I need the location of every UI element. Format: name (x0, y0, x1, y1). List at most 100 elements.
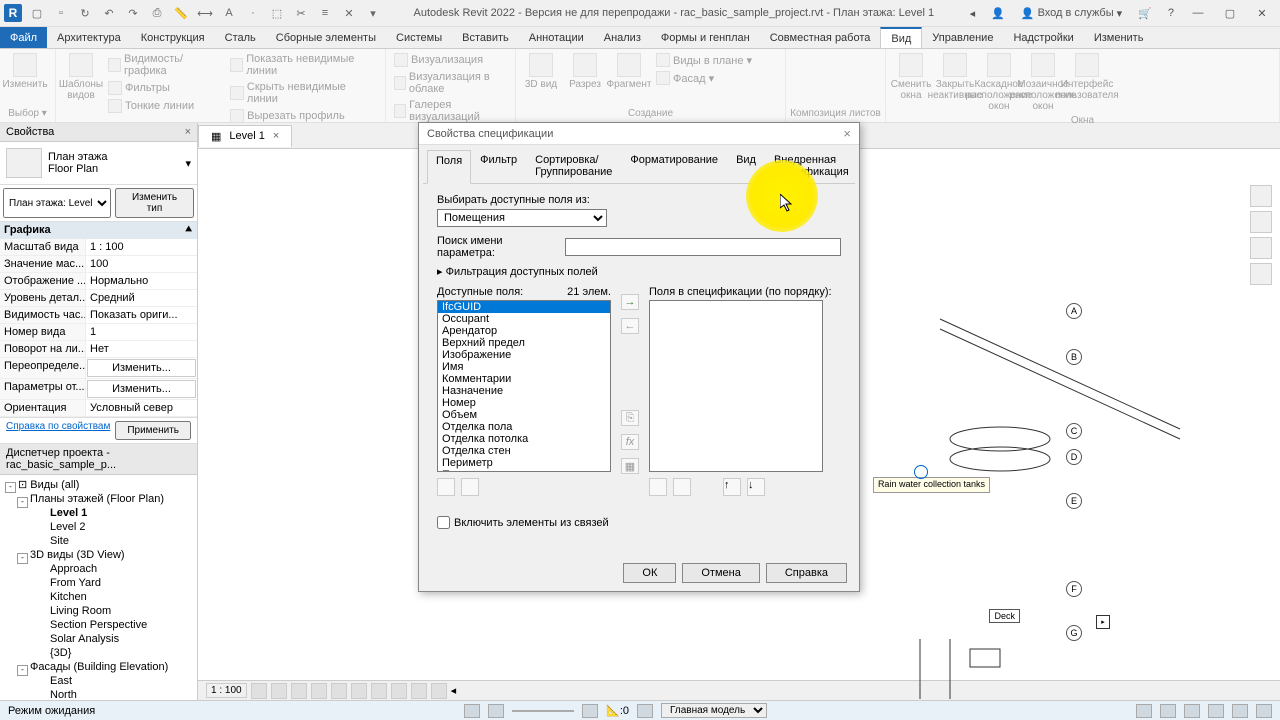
render-cloud-button[interactable]: Визуализация в облаке (390, 69, 511, 97)
crop-view-icon[interactable] (331, 683, 347, 699)
include-links-input[interactable] (437, 516, 450, 529)
tree-item[interactable]: East (26, 674, 195, 688)
dialog-tab-embedded[interactable]: Внедренная спецификация (765, 149, 858, 183)
list-item[interactable]: Отделка пола (438, 421, 610, 433)
qat-more-icon[interactable]: ▾ (362, 2, 384, 24)
qat-close-icon[interactable]: ✕ (338, 2, 360, 24)
list-item[interactable]: Назначение (438, 385, 610, 397)
view-templates-button[interactable]: Шаблоны видов (60, 51, 102, 103)
3d-view-button[interactable]: 3D вид (520, 51, 562, 92)
dialog-tab-sort[interactable]: Сортировка/Группирование (526, 149, 621, 183)
tree-item[interactable]: Level 1 (26, 506, 195, 520)
tree-item[interactable]: North (26, 688, 195, 700)
list-item[interactable]: Изображение (438, 349, 610, 361)
reveal-constraints-icon[interactable] (431, 683, 447, 699)
tree-group[interactable]: Планы этажей (Floor Plan) (14, 492, 195, 506)
grid-bubble[interactable]: G (1066, 625, 1082, 641)
move-up-icon[interactable]: ↑ (723, 478, 741, 496)
project-browser[interactable]: ⊡ Виды (all)Планы этажей (Floor Plan)Lev… (0, 475, 197, 700)
edit-field-icon[interactable] (649, 478, 667, 496)
ribbon-tab-analyze[interactable]: Анализ (594, 27, 651, 48)
combine-params-icon[interactable]: ⎘ (621, 410, 639, 426)
dialog-tab-appearance[interactable]: Вид (727, 149, 765, 183)
tree-item[interactable]: Level 2 (26, 520, 195, 534)
view-tab-level1[interactable]: ▦ Level 1 × (198, 125, 292, 147)
grid-bubble[interactable]: D (1066, 449, 1082, 465)
qat-section-icon[interactable]: ✂ (290, 2, 312, 24)
ribbon-tab-modify[interactable]: Изменить (1084, 27, 1154, 48)
ok-button[interactable]: ОК (623, 563, 676, 583)
qat-measure-icon[interactable]: 📏 (170, 2, 192, 24)
callout-button[interactable]: Фрагмент (608, 51, 650, 92)
show-hidden-button[interactable]: Показать невидимые линии (226, 51, 381, 79)
detail-level-icon[interactable] (251, 683, 267, 699)
list-item[interactable]: Отделка потолка (438, 433, 610, 445)
tree-item[interactable]: Living Room (26, 604, 195, 618)
new-parameter-icon[interactable] (437, 478, 455, 496)
tree-group[interactable]: 3D виды (3D View) (14, 548, 195, 562)
add-field-icon[interactable]: → (621, 294, 639, 310)
view-tab-close-icon[interactable]: × (273, 130, 279, 142)
help-button[interactable]: Справка (766, 563, 847, 583)
view-scale[interactable]: 1 : 100 (206, 683, 247, 698)
property-row[interactable]: Переопределе...Изменить... (0, 358, 197, 379)
sb-design-options-icon[interactable] (488, 704, 504, 718)
property-row[interactable]: Поворот на ли...Нет (0, 341, 197, 358)
user-icon[interactable]: 👤 (985, 5, 1011, 22)
ribbon-tab-manage[interactable]: Управление (922, 27, 1003, 48)
tree-item[interactable]: From Yard (26, 576, 195, 590)
close-window-icon[interactable]: ✕ (1248, 3, 1276, 23)
visibility-graphics-button[interactable]: Видимость/ графика (104, 51, 224, 79)
ribbon-tab-view[interactable]: Вид (880, 27, 922, 48)
available-from-select[interactable]: Помещения (437, 209, 607, 227)
delete-field-icon[interactable] (673, 478, 691, 496)
qat-sync-icon[interactable]: ↻ (74, 2, 96, 24)
ribbon-tab-addins[interactable]: Надстройки (1003, 27, 1083, 48)
help-icon[interactable]: ? (1162, 5, 1180, 21)
qat-text-icon[interactable]: A (218, 2, 240, 24)
list-item[interactable]: Номер (438, 397, 610, 409)
property-row[interactable]: Отображение ...Нормально (0, 273, 197, 290)
list-item[interactable]: IfcGUID (438, 301, 610, 313)
nav-home-icon[interactable] (1250, 185, 1272, 207)
available-fields-listbox[interactable]: IfcGUIDOccupantАрендаторВерхний пределИз… (437, 300, 611, 472)
ribbon-tab-annotate[interactable]: Аннотации (519, 27, 594, 48)
properties-section-header[interactable]: Графика⯅ (0, 222, 197, 239)
qat-thin-icon[interactable]: ≡ (314, 2, 336, 24)
render-gallery-button[interactable]: Галерея визуализаций (390, 97, 511, 125)
elevation-marker-icon[interactable] (914, 465, 928, 479)
worksets-icon[interactable] (411, 683, 427, 699)
edit-type-button[interactable]: Изменить тип (115, 188, 194, 218)
ribbon-tab-systems[interactable]: Системы (386, 27, 452, 48)
dialog-tab-fields[interactable]: Поля (427, 150, 471, 184)
list-item[interactable]: Верхний предел (438, 337, 610, 349)
grid-bubble[interactable]: A (1066, 303, 1082, 319)
ribbon-tab-architecture[interactable]: Архитектура (47, 27, 131, 48)
chevron-down-icon[interactable]: ▾ (185, 157, 191, 170)
list-item[interactable]: Отделка стен (438, 445, 610, 457)
qat-open-icon[interactable]: ▢ (26, 2, 48, 24)
nav-wheel-icon[interactable] (1250, 211, 1272, 233)
shadows-icon[interactable] (311, 683, 327, 699)
property-row[interactable]: Значение мас...100 (0, 256, 197, 273)
list-item[interactable]: Объем (438, 409, 610, 421)
elevation-button[interactable]: Фасад ▾ (652, 69, 756, 87)
remove-field-icon[interactable]: ← (621, 318, 639, 334)
qat-save-icon[interactable]: ▫ (50, 2, 72, 24)
qat-3d-icon[interactable]: ⬚ (266, 2, 288, 24)
filters-button[interactable]: Фильтры (104, 79, 224, 97)
property-row[interactable]: Видимость час...Показать ориги... (0, 307, 197, 324)
scroll-left-icon[interactable]: ◂ (451, 684, 457, 697)
reveal-hidden-icon[interactable] (391, 683, 407, 699)
thin-lines-button[interactable]: Тонкие линии (104, 97, 224, 115)
maximize-icon[interactable]: ▢ (1216, 3, 1244, 23)
tree-item[interactable]: Kitchen (26, 590, 195, 604)
nav-pan-icon[interactable] (1250, 237, 1272, 259)
list-item[interactable]: Occupant (438, 313, 610, 325)
dialog-close-icon[interactable]: × (843, 126, 851, 141)
dialog-tab-filter[interactable]: Фильтр (471, 149, 526, 183)
hide-isolate-icon[interactable] (371, 683, 387, 699)
ui-button[interactable]: Интерфейс пользователя (1066, 51, 1108, 103)
ribbon-tab-precast[interactable]: Сборные элементы (266, 27, 386, 48)
tree-item[interactable]: Section Perspective (26, 618, 195, 632)
